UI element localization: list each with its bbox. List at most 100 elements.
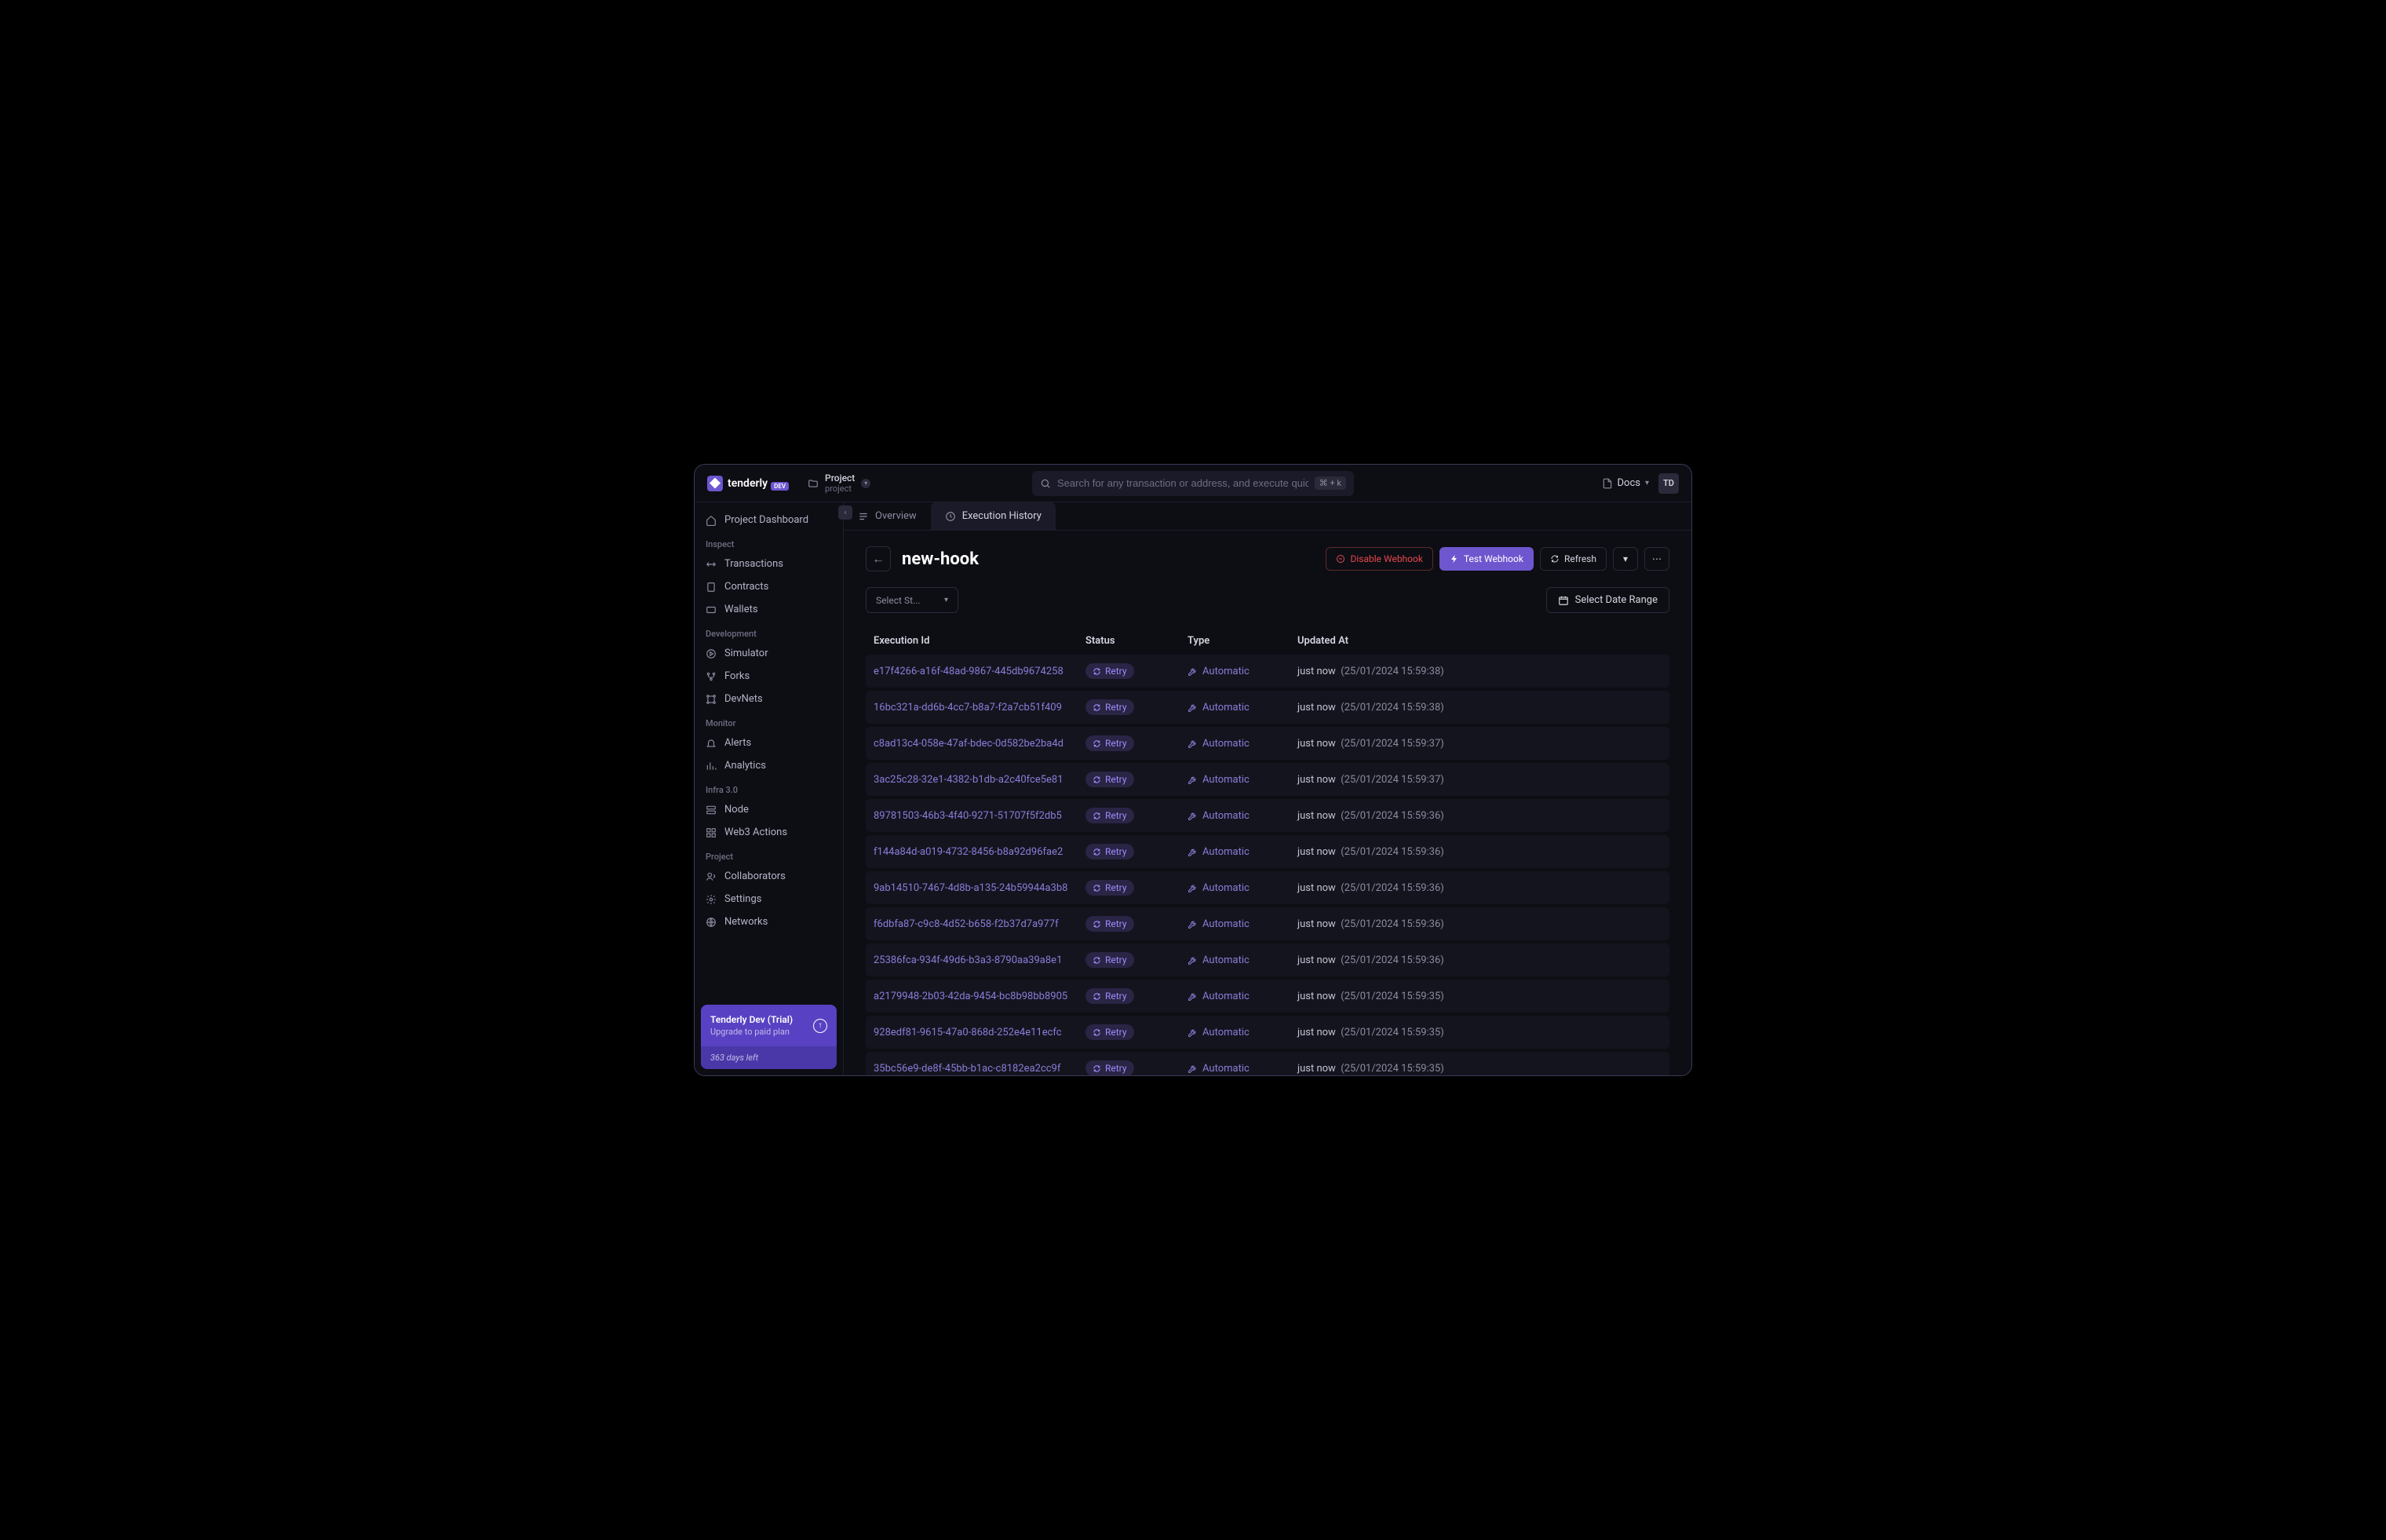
back-button[interactable]: ←: [866, 546, 891, 571]
date-range-button[interactable]: Select Date Range: [1546, 587, 1669, 613]
tab-label: Execution History: [962, 510, 1042, 522]
wrench-icon: [1188, 775, 1198, 785]
status-badge: Retry: [1085, 699, 1134, 715]
status-badge: Retry: [1085, 916, 1134, 932]
table-row[interactable]: 9ab14510-7467-4d8b-a135-24b59944a3b8 Ret…: [866, 871, 1669, 904]
sidebar-item-networks[interactable]: Networks: [695, 910, 843, 933]
brand-name: tenderly: [728, 477, 768, 490]
sidebar-item-alerts[interactable]: Alerts: [695, 732, 843, 754]
sidebar-item-label: DevNets: [724, 693, 763, 705]
search-bar[interactable]: ⌘ + k: [1032, 471, 1354, 496]
calendar-icon: [1558, 595, 1569, 606]
sidebar-item-contracts[interactable]: Contracts: [695, 575, 843, 598]
updated-cell: just now (25/01/2024 15:59:38): [1297, 702, 1662, 713]
date-range-label: Select Date Range: [1575, 594, 1658, 606]
docs-link[interactable]: Docs ▾: [1602, 477, 1650, 489]
test-webhook-button[interactable]: Test Webhook: [1439, 547, 1534, 571]
page-title: new-hook: [902, 549, 979, 569]
execution-id: 25386fca-934f-49d6-b3a3-8790aa39a8e1: [874, 954, 1085, 966]
app-window: tenderly DEV Project project ▾ ⌘ + k: [694, 464, 1692, 1076]
execution-id: 89781503-46b3-4f40-9271-51707f5f2db5: [874, 810, 1085, 822]
type-cell: Automatic: [1188, 774, 1297, 786]
status-select[interactable]: Select St... ▾: [866, 587, 958, 613]
sidebar-item-settings[interactable]: Settings: [695, 888, 843, 910]
status-cell: Retry: [1085, 1024, 1188, 1040]
updated-cell: just now (25/01/2024 15:59:36): [1297, 810, 1662, 822]
sidebar-item-wallets[interactable]: Wallets: [695, 598, 843, 621]
main: Overview Execution History ← new-hook: [844, 502, 1691, 1075]
status-cell: Retry: [1085, 880, 1188, 896]
sidebar-item-dashboard[interactable]: Project Dashboard: [695, 509, 843, 531]
sidebar-item-web3actions[interactable]: Web3 Actions: [695, 821, 843, 844]
table-row[interactable]: c8ad13c4-058e-47af-bdec-0d582be2ba4d Ret…: [866, 727, 1669, 760]
status-cell: Retry: [1085, 699, 1188, 715]
type-cell: Automatic: [1188, 666, 1297, 677]
refresh-icon: [1550, 554, 1560, 564]
button-label: Disable Webhook: [1350, 553, 1422, 564]
more-button[interactable]: ⋯: [1644, 547, 1669, 571]
tab-overview[interactable]: Overview: [844, 502, 931, 530]
refresh-icon: [1093, 812, 1101, 820]
updated-cell: just now (25/01/2024 15:59:36): [1297, 954, 1662, 966]
table-header: Execution Id Status Type Updated At: [866, 627, 1669, 655]
sidebar-item-analytics[interactable]: Analytics: [695, 754, 843, 777]
fork-icon: [706, 671, 717, 682]
table-row[interactable]: 89781503-46b3-4f40-9271-51707f5f2db5 Ret…: [866, 799, 1669, 832]
refresh-icon: [1093, 884, 1101, 892]
tab-execution-history[interactable]: Execution History: [931, 502, 1056, 530]
status-badge: Retry: [1085, 772, 1134, 787]
trial-days: 363 days left: [701, 1046, 837, 1069]
clock-icon: [945, 511, 956, 522]
topbar: tenderly DEV Project project ▾ ⌘ + k: [695, 465, 1691, 502]
table-row[interactable]: a2179948-2b03-42da-9454-bc8b98bb8905 Ret…: [866, 980, 1669, 1013]
table-row[interactable]: 16bc321a-dd6b-4cc7-b8a7-f2a7cb51f409 Ret…: [866, 691, 1669, 724]
table-row[interactable]: 25386fca-934f-49d6-b3a3-8790aa39a8e1 Ret…: [866, 943, 1669, 976]
updated-cell: just now (25/01/2024 15:59:37): [1297, 774, 1662, 786]
table-row[interactable]: 3ac25c28-32e1-4382-b1db-a2c40fce5e81 Ret…: [866, 763, 1669, 796]
brand-badge: DEV: [771, 482, 789, 491]
sidebar-item-forks[interactable]: Forks: [695, 665, 843, 688]
wrench-icon: [1188, 955, 1198, 965]
table-row[interactable]: 35bc56e9-de8f-45bb-b1ac-c8182ea2cc9f Ret…: [866, 1052, 1669, 1075]
project-info: Project project: [825, 473, 855, 494]
table-row[interactable]: f6dbfa87-c9c8-4d52-b658-f2b37d7a977f Ret…: [866, 907, 1669, 940]
sidebar-item-collaborators[interactable]: Collaborators: [695, 865, 843, 888]
search-input[interactable]: [1057, 477, 1308, 489]
execution-id: 9ab14510-7467-4d8b-a135-24b59944a3b8: [874, 882, 1085, 894]
refresh-dropdown-button[interactable]: ▾: [1613, 547, 1638, 571]
execution-id: f6dbfa87-c9c8-4d52-b658-f2b37d7a977f: [874, 918, 1085, 930]
disable-webhook-button[interactable]: Disable Webhook: [1326, 547, 1432, 571]
sidebar-item-devnets[interactable]: DevNets: [695, 688, 843, 710]
section-monitor: Monitor: [695, 710, 843, 732]
wrench-icon: [1188, 883, 1198, 893]
sidebar-item-node[interactable]: Node: [695, 798, 843, 821]
avatar[interactable]: TD: [1658, 473, 1679, 494]
refresh-icon: [1093, 992, 1101, 1001]
sidebar-item-transactions[interactable]: Transactions: [695, 553, 843, 575]
table-row[interactable]: e17f4266-a16f-48ad-9867-445db9674258 Ret…: [866, 655, 1669, 688]
status-cell: Retry: [1085, 663, 1188, 679]
logo-mark-icon: [707, 476, 723, 491]
sidebar-item-simulator[interactable]: Simulator: [695, 642, 843, 665]
section-project: Project: [695, 844, 843, 865]
refresh-button[interactable]: Refresh: [1540, 547, 1607, 571]
refresh-icon: [1093, 667, 1101, 676]
chevron-down-icon: ▾: [944, 596, 948, 604]
type-cell: Automatic: [1188, 1063, 1297, 1075]
trial-card[interactable]: Tenderly Dev (Trial) Upgrade to paid pla…: [701, 1005, 837, 1069]
updated-cell: just now (25/01/2024 15:59:35): [1297, 1063, 1662, 1075]
table-row[interactable]: 928edf81-9615-47a0-868d-252e4e11ecfc Ret…: [866, 1016, 1669, 1049]
type-cell: Automatic: [1188, 1027, 1297, 1038]
sidebar-toggle[interactable]: ‹: [838, 505, 852, 520]
project-selector[interactable]: Project project ▾: [808, 473, 870, 494]
sidebar-item-label: Transactions: [724, 558, 783, 570]
logo[interactable]: tenderly DEV: [707, 476, 789, 491]
users-icon: [706, 871, 717, 882]
refresh-icon: [1093, 956, 1101, 965]
bell-icon: [706, 738, 717, 749]
table-row[interactable]: f144a84d-a019-4732-8456-b8a92d96fae2 Ret…: [866, 835, 1669, 868]
status-badge: Retry: [1085, 988, 1134, 1004]
disable-icon: [1336, 554, 1345, 564]
chevron-down-icon: ▾: [1645, 479, 1649, 487]
wrench-icon: [1188, 811, 1198, 821]
